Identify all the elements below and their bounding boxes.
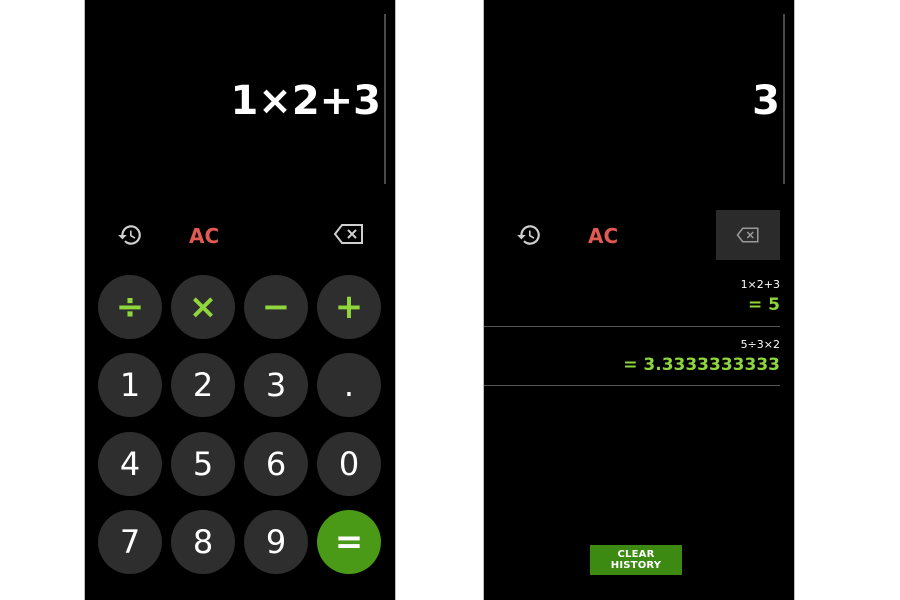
equals-button[interactable]: = <box>317 510 381 574</box>
digit-2-button[interactable]: 2 <box>171 353 235 417</box>
history-icon[interactable] <box>516 222 542 248</box>
history-icon[interactable] <box>117 222 143 248</box>
backspace-icon <box>736 227 759 243</box>
decimal-button[interactable]: . <box>317 353 381 417</box>
history-entry[interactable]: 1×2+3 = 5 <box>741 278 780 315</box>
digit-5-button[interactable]: 5 <box>171 432 235 496</box>
digit-0-button[interactable]: 0 <box>317 432 381 496</box>
calculator-screen-history: 3 AC 1×2+3 = 5 5÷3×2 = 3.3333333333 CLEA… <box>483 0 795 600</box>
add-button[interactable]: + <box>317 275 381 339</box>
history-entry[interactable]: 5÷3×2 = 3.3333333333 <box>623 338 780 375</box>
digit-3-button[interactable]: 3 <box>244 353 308 417</box>
history-expression: 1×2+3 <box>740 278 780 291</box>
digit-8-button[interactable]: 8 <box>171 510 235 574</box>
clear-all-button[interactable]: AC <box>189 224 219 248</box>
display-expression: 3 <box>752 78 780 124</box>
calculator-screen-keypad: 1×2+3 AC ÷ × − + 1 2 3 . 4 5 6 0 7 8 9 = <box>84 0 396 600</box>
backspace-icon[interactable] <box>333 222 365 246</box>
digit-7-button[interactable]: 7 <box>98 510 162 574</box>
history-result: = 3.3333333333 <box>623 355 780 375</box>
digit-6-button[interactable]: 6 <box>244 432 308 496</box>
clear-all-button[interactable]: AC <box>588 224 618 248</box>
display-expression: 1×2+3 <box>230 78 381 124</box>
subtract-button[interactable]: − <box>244 275 308 339</box>
multiply-button[interactable]: × <box>171 275 235 339</box>
history-divider <box>484 385 780 386</box>
digit-4-button[interactable]: 4 <box>98 432 162 496</box>
history-expression: 5÷3×2 <box>740 338 780 351</box>
clear-history-button[interactable]: CLEAR HISTORY <box>590 545 682 575</box>
divide-button[interactable]: ÷ <box>98 275 162 339</box>
history-result: = 5 <box>748 295 780 315</box>
display-scrollbar[interactable] <box>783 14 785 184</box>
digit-1-button[interactable]: 1 <box>98 353 162 417</box>
digit-9-button[interactable]: 9 <box>244 510 308 574</box>
backspace-button[interactable] <box>716 210 780 260</box>
history-divider <box>484 326 780 327</box>
display-scrollbar[interactable] <box>384 14 386 184</box>
